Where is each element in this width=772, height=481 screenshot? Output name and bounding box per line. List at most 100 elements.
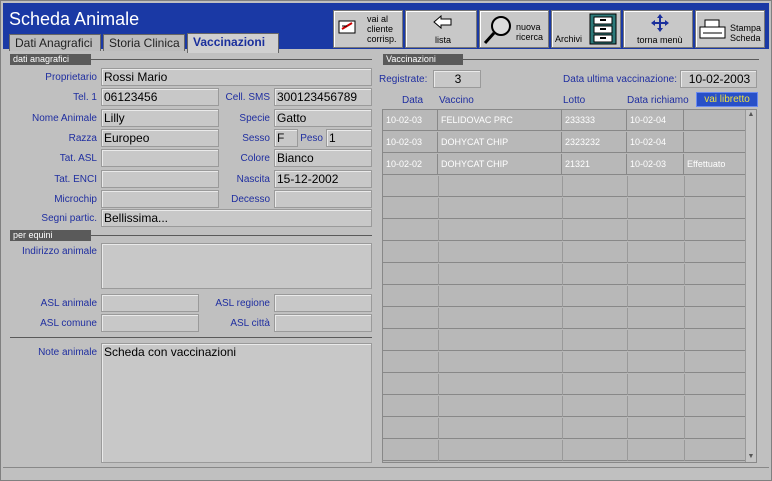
cell-sms-field[interactable]: 300123456789 (274, 88, 372, 106)
grid-line (438, 286, 439, 307)
grid-line (684, 396, 685, 417)
grid-line (438, 440, 439, 461)
nome-animale-field[interactable]: Lilly (101, 109, 219, 127)
cell-vaccino: FELIDOVAC PRC (438, 110, 562, 131)
grid-line (438, 264, 439, 285)
tab-vaccinazioni[interactable]: Vaccinazioni (187, 33, 279, 53)
document-edit-icon (338, 19, 358, 35)
vertical-scrollbar[interactable]: ▲ ▼ (745, 110, 756, 462)
grid-line (562, 396, 563, 417)
tel1-field[interactable]: 06123456 (101, 88, 219, 106)
grid-line (627, 264, 628, 285)
sesso-label: Sesso (242, 133, 270, 144)
stampa-scheda-button[interactable]: Stampa Scheda (695, 10, 765, 48)
printer-icon (699, 19, 727, 41)
grid-line (684, 330, 685, 351)
asl-citta-field[interactable] (274, 314, 372, 332)
tab-storia-clinica[interactable]: Storia Clinica (103, 34, 185, 51)
grid-line (562, 308, 563, 329)
asl-regione-field[interactable] (274, 294, 372, 312)
nascita-field[interactable]: 15-12-2002 (274, 170, 372, 188)
empty-row (383, 330, 746, 351)
cell-data: 10-02-02 (383, 154, 438, 175)
scroll-up-icon[interactable]: ▲ (746, 110, 756, 120)
grid-line (627, 198, 628, 219)
grid-line (684, 352, 685, 373)
grid-line (562, 440, 563, 461)
decesso-field[interactable] (274, 190, 372, 208)
grid-line (684, 308, 685, 329)
grid-line (684, 176, 685, 197)
cell-vaccino: DOHYCAT CHIP (438, 154, 562, 175)
lista-label: lista (435, 35, 452, 45)
grid-line (627, 374, 628, 395)
table-row[interactable]: 10-02-03 FELIDOVAC PRC 233333 10-02-04 (383, 110, 746, 131)
tat-enci-field[interactable] (101, 170, 219, 188)
segni-particolari-field[interactable]: Bellissima... (101, 209, 372, 227)
col-header-data[interactable]: Data (402, 95, 423, 106)
grid-line (562, 242, 563, 263)
archivi-label: Archivi (555, 34, 583, 44)
divider (10, 337, 372, 338)
grid-line (562, 286, 563, 307)
grid-line (627, 242, 628, 263)
table-row[interactable]: 10-02-03 DOHYCAT CHIP 2323232 10-02-04 (383, 132, 746, 153)
nuova-ricerca-button[interactable]: nuova ricerca (479, 10, 549, 48)
horizontal-scrollbar[interactable] (3, 467, 769, 478)
tab-dati-anagrafici[interactable]: Dati Anagrafici (9, 34, 101, 51)
empty-row (383, 264, 746, 285)
vai-libretto-button[interactable]: vai libretto (696, 92, 758, 107)
vai-cliente-button[interactable]: vai al cliente corrisp. (333, 10, 403, 48)
segni-particolari-label: Segni partic. (41, 213, 97, 224)
cell-data: 10-02-03 (383, 110, 438, 131)
decesso-label: Decesso (231, 194, 270, 205)
divider (91, 235, 372, 236)
peso-field[interactable]: 1 (326, 129, 372, 147)
col-header-vaccino[interactable]: Vaccino (439, 95, 474, 106)
section-per-equini: per equini (10, 230, 91, 241)
colore-field[interactable]: Bianco (274, 149, 372, 167)
indirizzo-animale-field[interactable] (101, 243, 372, 289)
stampa-scheda-label: Stampa Scheda (730, 23, 762, 43)
grid-line (438, 220, 439, 241)
col-header-lotto[interactable]: Lotto (563, 95, 585, 106)
proprietario-field[interactable]: Rossi Mario (101, 68, 372, 86)
lista-button[interactable]: lista (405, 10, 477, 48)
specie-field[interactable]: Gatto (274, 109, 372, 127)
move-arrows-icon (651, 14, 669, 32)
section-dati-anagrafici: dati anagrafici (10, 54, 91, 65)
asl-comune-label: ASL comune (40, 318, 97, 329)
cell-stato (684, 110, 746, 131)
microchip-field[interactable] (101, 190, 219, 208)
colore-label: Colore (240, 153, 270, 164)
grid-line (562, 330, 563, 351)
grid-line (684, 286, 685, 307)
specie-label: Specie (239, 113, 270, 124)
col-header-data-richiamo[interactable]: Data richiamo (627, 95, 689, 106)
empty-row (383, 396, 746, 417)
grid-line (438, 374, 439, 395)
razza-field[interactable]: Europeo (101, 129, 219, 147)
app-title: Scheda Animale (9, 9, 140, 29)
cell-stato: Effettuato (684, 154, 746, 175)
torna-menu-button[interactable]: torna menù (623, 10, 693, 48)
sesso-field[interactable]: F (274, 129, 298, 147)
grid-line (438, 308, 439, 329)
grid-line (684, 374, 685, 395)
empty-row (383, 220, 746, 241)
archivi-button[interactable]: Archivi (551, 10, 621, 48)
grid-line (438, 330, 439, 351)
grid-line (627, 330, 628, 351)
table-row[interactable]: 10-02-02 DOHYCAT CHIP 21321 10-02-03 Eff… (383, 154, 746, 175)
asl-animale-field[interactable] (101, 294, 199, 312)
note-animale-label: Note animale (38, 347, 97, 358)
scroll-down-icon[interactable]: ▼ (746, 452, 756, 462)
tat-asl-field[interactable] (101, 149, 219, 167)
grid-line (438, 418, 439, 439)
empty-row (383, 440, 746, 461)
grid-line (627, 396, 628, 417)
grid-line (684, 264, 685, 285)
asl-comune-field[interactable] (101, 314, 199, 332)
cell-lotto: 21321 (562, 154, 627, 175)
note-animale-field[interactable]: Scheda con vaccinazioni (101, 343, 372, 463)
